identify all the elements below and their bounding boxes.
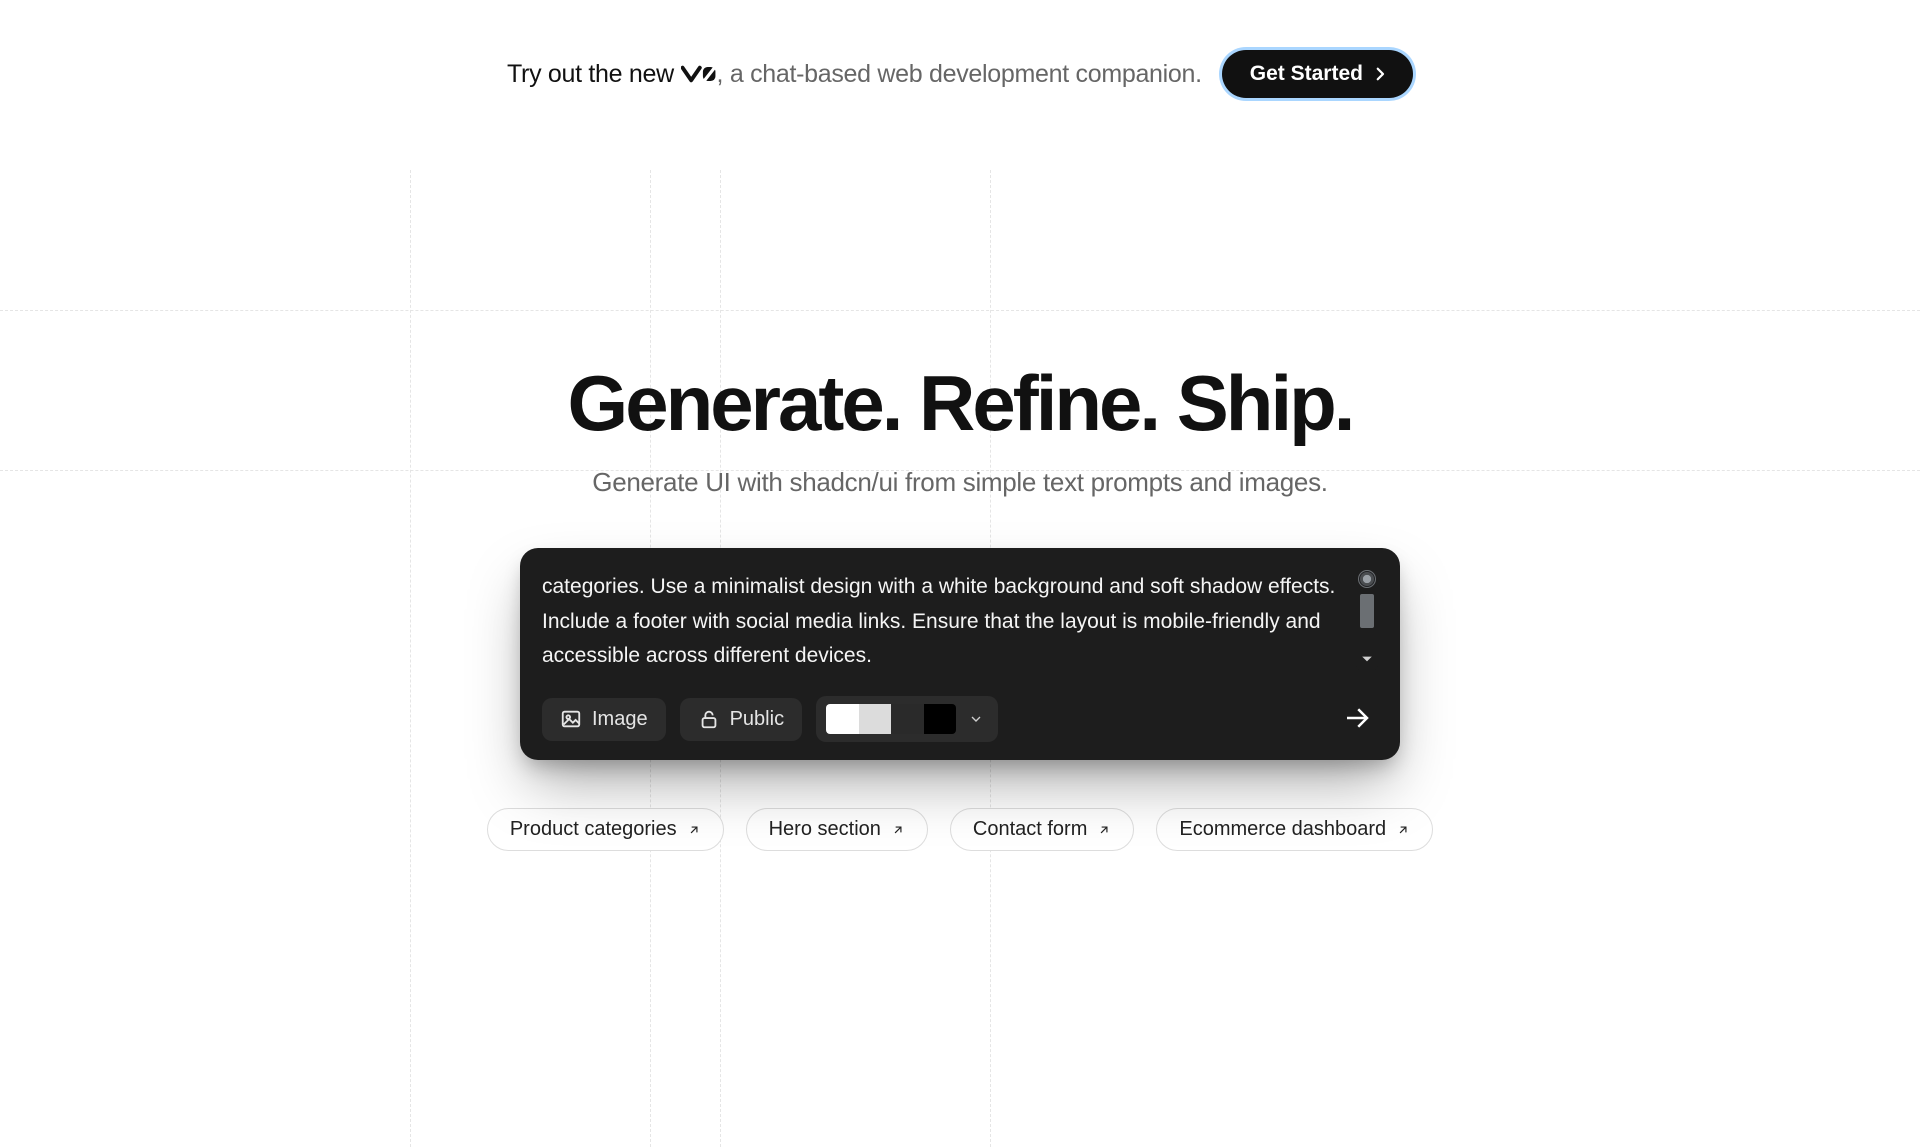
suggestion-contact-form[interactable]: Contact form <box>950 808 1134 851</box>
chip-label: Product categories <box>510 818 677 841</box>
suggestion-hero-section[interactable]: Hero section <box>746 808 928 851</box>
prompt-input[interactable] <box>542 570 1350 670</box>
arrow-up-right-icon <box>1396 823 1410 837</box>
chevron-right-icon <box>1371 65 1389 83</box>
announcement-bar: Try out the new , a chat-based web devel… <box>0 0 1920 118</box>
hero-subtitle: Generate UI with shadcn/ui from simple t… <box>0 467 1920 498</box>
hero: Generate. Refine. Ship. Generate UI with… <box>0 358 1920 498</box>
swatch-0 <box>826 704 859 734</box>
arrow-up-right-icon <box>687 823 701 837</box>
prompt-scrollbar[interactable] <box>1356 570 1378 670</box>
add-image-button[interactable]: Image <box>542 698 666 741</box>
v0-logo <box>681 64 717 84</box>
swatch-1 <box>859 704 892 734</box>
announcement-suffix: , a chat-based web development companion… <box>717 60 1202 88</box>
theme-select[interactable] <box>816 696 998 742</box>
scroll-knob-icon <box>1358 570 1376 588</box>
arrow-right-icon <box>1342 703 1372 733</box>
chip-label: Contact form <box>973 818 1087 841</box>
chip-label: Ecommerce dashboard <box>1179 818 1386 841</box>
swatch-3 <box>924 704 957 734</box>
hero-title: Generate. Refine. Ship. <box>0 358 1920 449</box>
caret-down-icon <box>1361 652 1373 670</box>
suggestion-chips: Product categories Hero section Contact … <box>0 808 1920 851</box>
swatch-2 <box>891 704 924 734</box>
prompt-panel: Image Public <box>520 548 1400 760</box>
arrow-up-right-icon <box>891 823 905 837</box>
announcement-text: Try out the new , a chat-based web devel… <box>507 60 1202 89</box>
get-started-button[interactable]: Get Started <box>1222 50 1413 98</box>
arrow-up-right-icon <box>1097 823 1111 837</box>
scroll-thumb[interactable] <box>1360 594 1374 628</box>
announcement-prefix: Try out the new <box>507 60 681 88</box>
visibility-button[interactable]: Public <box>680 698 802 741</box>
chevron-down-icon <box>968 711 984 727</box>
submit-button[interactable] <box>1336 697 1378 742</box>
chip-label: Hero section <box>769 818 881 841</box>
panel-controls: Image Public <box>542 696 1378 742</box>
unlock-icon <box>698 708 720 730</box>
suggestion-ecommerce-dashboard[interactable]: Ecommerce dashboard <box>1156 808 1433 851</box>
visibility-label: Public <box>730 708 784 731</box>
image-icon <box>560 708 582 730</box>
theme-swatches <box>826 704 956 734</box>
get-started-label: Get Started <box>1250 62 1363 86</box>
suggestion-product-categories[interactable]: Product categories <box>487 808 724 851</box>
add-image-label: Image <box>592 708 648 731</box>
